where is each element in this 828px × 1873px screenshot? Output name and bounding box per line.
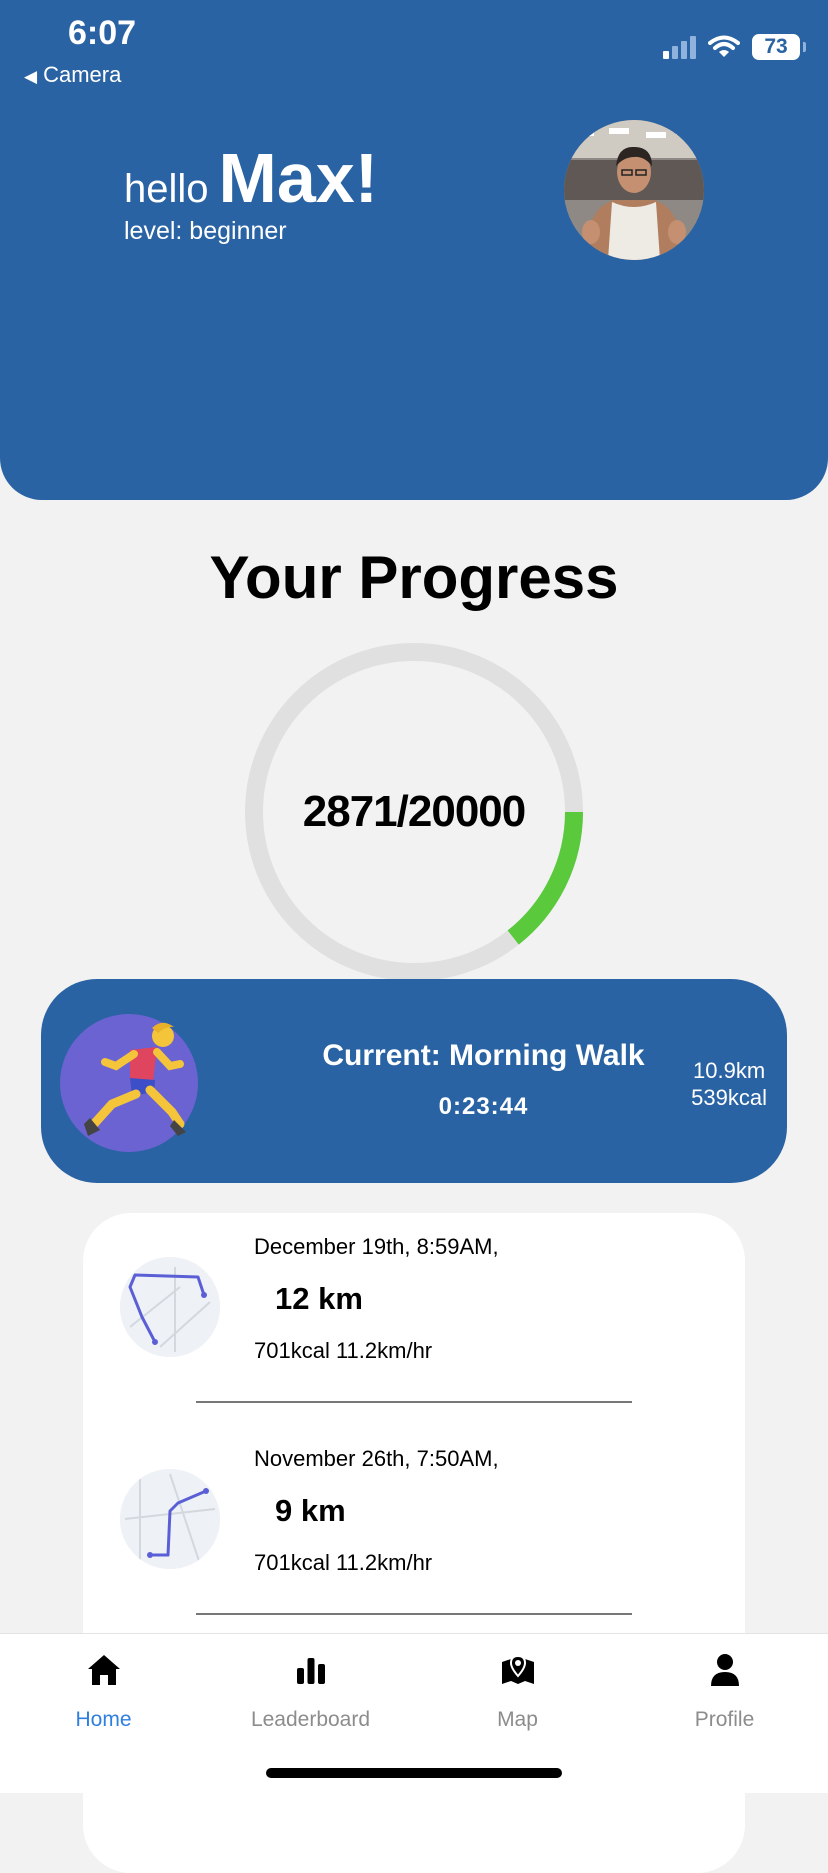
current-activity-stats: 10.9km 539kcal xyxy=(691,1057,767,1111)
tab-map[interactable]: Map xyxy=(414,1650,621,1732)
route-map-thumbnail xyxy=(120,1469,220,1569)
runner-icon xyxy=(84,1022,186,1136)
tab-leaderboard[interactable]: Leaderboard xyxy=(207,1650,414,1732)
runner-avatar xyxy=(60,1014,198,1152)
history-date: December 19th, 8:59AM, xyxy=(254,1234,499,1259)
current-activity-title: Current: Morning Walk xyxy=(322,1039,645,1072)
history-distance: 12 km xyxy=(275,1281,363,1316)
greeting-name: Max! xyxy=(218,139,378,217)
route-map-thumbnail xyxy=(120,1257,220,1357)
tab-profile[interactable]: Profile xyxy=(621,1650,828,1732)
tab-leaderboard-label: Leaderboard xyxy=(250,1708,371,1731)
progress-title: Your Progress xyxy=(209,544,619,611)
avatar-photo xyxy=(564,120,704,260)
tab-home[interactable]: Home xyxy=(0,1650,207,1732)
back-label: Camera xyxy=(43,62,122,87)
battery-level: 73 xyxy=(764,35,788,58)
signal-icon xyxy=(663,35,696,59)
user-level: level: beginner xyxy=(124,217,287,245)
step-count: 2871/20000 xyxy=(302,787,526,836)
greeting: hello Max! xyxy=(124,138,378,218)
current-calories: 539kcal xyxy=(691,1085,767,1110)
current-activity-card[interactable]: Current: Morning Walk 0:23:44 10.9km 539… xyxy=(41,979,787,1183)
avatar[interactable] xyxy=(564,120,704,260)
home-icon xyxy=(87,1655,120,1685)
back-triangle-icon: ◀ xyxy=(24,67,38,86)
battery-icon: 73 xyxy=(752,34,806,60)
back-to-camera-link[interactable]: ◀ Camera xyxy=(24,62,121,88)
home-indicator xyxy=(266,1768,562,1778)
status-icons: 73 xyxy=(663,34,806,60)
status-time: 6:07 xyxy=(68,14,137,52)
map-pin-icon xyxy=(501,1654,534,1684)
history-stats: 701kcal 11.2km/hr xyxy=(254,1338,433,1363)
route-map-icon xyxy=(120,1469,220,1569)
bar-chart-icon xyxy=(296,1658,325,1684)
history-distance: 9 km xyxy=(275,1493,346,1528)
history-stats: 701kcal 11.2km/hr xyxy=(254,1550,433,1575)
person-icon xyxy=(710,1654,739,1686)
header: 6:07 ◀ Camera 73 hello Max! level: beginne… xyxy=(0,0,828,500)
tab-home-label: Home xyxy=(75,1708,132,1731)
current-activity-timer: 0:23:44 xyxy=(438,1093,529,1120)
tab-profile-label: Profile xyxy=(694,1708,755,1731)
history-item[interactable]: December 19th, 8:59AM, 12 km 701kcal 11.… xyxy=(83,1213,745,1413)
divider xyxy=(196,1401,632,1403)
history-date: November 26th, 7:50AM, xyxy=(254,1446,499,1471)
divider xyxy=(196,1613,632,1615)
history-item[interactable]: November 26th, 7:50AM, 9 km 701kcal 11.2… xyxy=(83,1425,745,1625)
current-distance: 10.9km xyxy=(693,1058,766,1083)
tab-map-label: Map xyxy=(497,1708,538,1731)
wifi-icon xyxy=(708,35,740,57)
route-map-icon xyxy=(120,1257,220,1357)
greeting-hello: hello xyxy=(124,167,209,211)
tab-bar: Home Leaderboard Map Profile xyxy=(0,1633,828,1793)
